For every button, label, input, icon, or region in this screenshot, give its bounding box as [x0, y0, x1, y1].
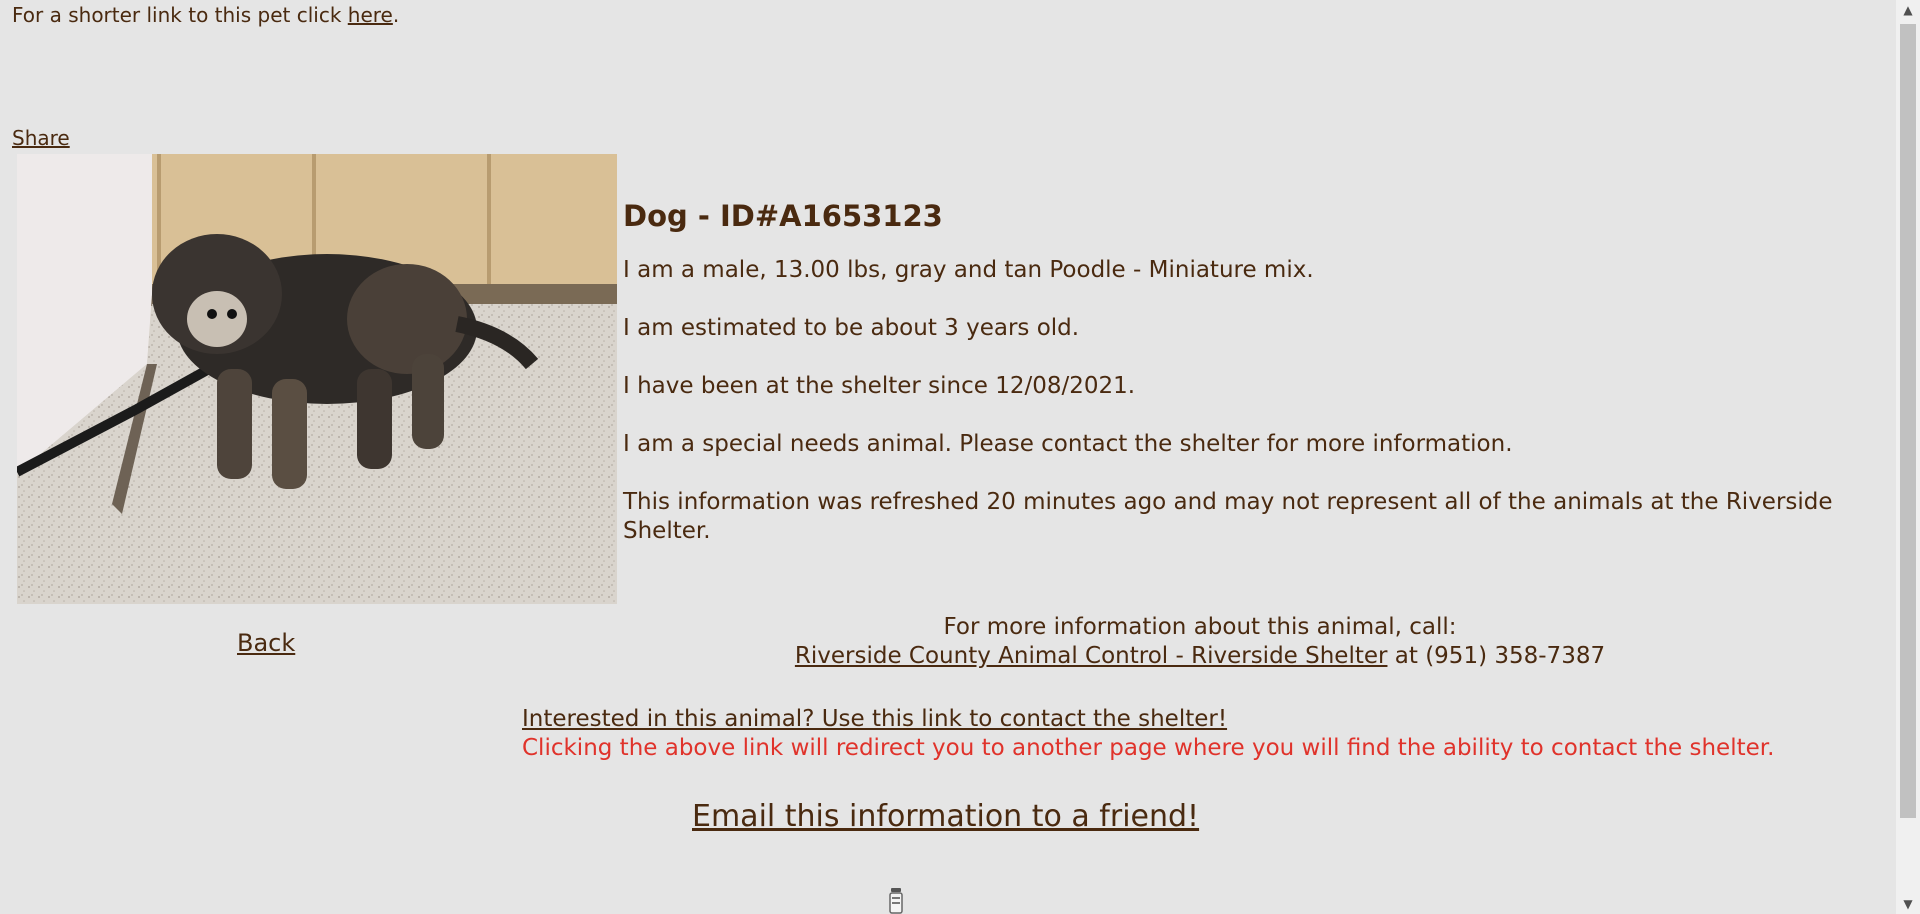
animal-details: Dog - ID#A1653123 I am a male, 13.00 lbs…: [623, 196, 1873, 575]
animal-title: Dog - ID#A1653123: [623, 199, 943, 233]
pet-detail-page: For a shorter link to this pet click her…: [0, 0, 1896, 914]
call-intro: For more information about this animal, …: [943, 614, 1457, 640]
short-link-here[interactable]: here: [348, 3, 393, 27]
contact-shelter-link[interactable]: Interested in this animal? Use this link…: [522, 706, 1227, 732]
short-link-line: For a shorter link to this pet click her…: [12, 3, 399, 27]
share-link[interactable]: Share: [12, 126, 70, 150]
redirect-warning: Clicking the above link will redirect yo…: [522, 735, 1775, 761]
short-link-prefix: For a shorter link to this pet click: [12, 3, 348, 27]
scroll-up-icon[interactable]: ▲: [1896, 0, 1920, 20]
pet-photo: [17, 154, 617, 604]
short-link-suffix: .: [392, 3, 400, 27]
interest-block: Interested in this animal? Use this link…: [522, 705, 1774, 763]
email-friend-link[interactable]: Email this information to a friend!: [692, 798, 1199, 836]
back-link[interactable]: Back: [237, 628, 295, 658]
special-needs-note: I am a special needs animal. Please cont…: [623, 431, 1513, 457]
animal-age: I am estimated to be about 3 years old.: [623, 315, 1080, 341]
scroll-down-icon[interactable]: ▼: [1896, 894, 1920, 914]
shelter-line: Riverside County Animal Control - Rivers…: [700, 642, 1700, 671]
animal-description: I am a male, 13.00 lbs, gray and tan Poo…: [623, 257, 1314, 283]
shelter-link[interactable]: Riverside County Animal Control - Rivers…: [795, 643, 1388, 669]
animal-intake-date: I have been at the shelter since 12/08/2…: [623, 373, 1136, 399]
scrollbar-thumb[interactable]: [1900, 24, 1916, 818]
contact-block: For more information about this animal, …: [700, 613, 1700, 671]
vertical-scrollbar[interactable]: ▲ ▼: [1896, 0, 1920, 914]
shelter-phone: at (951) 358-7387: [1387, 643, 1606, 669]
loading-spinner-icon: [887, 886, 905, 914]
refresh-note: This information was refreshed 20 minute…: [623, 489, 1833, 544]
